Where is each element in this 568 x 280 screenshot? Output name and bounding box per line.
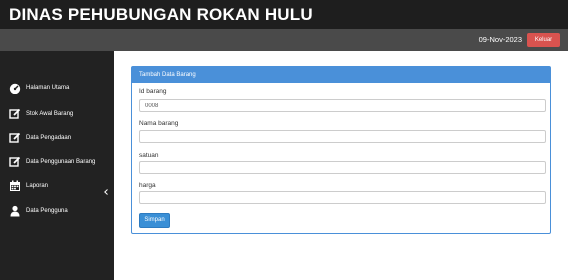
sidebar-item-data-penggunaan-barang[interactable]: Data Penggunaan Barang <box>0 149 114 175</box>
edit-icon <box>9 108 21 120</box>
top-navbar: 09-Nov-2023 Keluar <box>0 29 568 51</box>
current-date: 09-Nov-2023 <box>478 35 522 44</box>
edit-icon <box>9 156 21 168</box>
sidebar-item-stok-awal-barang[interactable]: Stok Awal Barang <box>0 101 114 127</box>
sidebar-item-label: Data Pengadaan <box>26 135 72 141</box>
harga-label: harga <box>139 182 156 189</box>
satuan-input[interactable] <box>139 161 546 174</box>
sidebar-item-laporan[interactable]: Laporan <box>0 173 114 199</box>
sidebar-item-data-pengguna[interactable]: Data Pengguna <box>0 198 114 224</box>
add-item-form-panel: Tambah Data Barang Id barang Nama barang… <box>131 66 551 234</box>
satuan-label: satuan <box>139 152 159 159</box>
sidebar: Halaman Utama Stok Awal Barang Data Peng… <box>0 51 114 280</box>
id-barang-label: Id barang <box>139 88 167 95</box>
nama-barang-label: Nama barang <box>139 120 179 127</box>
harga-input[interactable] <box>139 191 546 204</box>
sidebar-item-halaman-utama[interactable]: Halaman Utama <box>0 75 114 101</box>
edit-icon <box>9 132 21 144</box>
logout-button[interactable]: Keluar <box>527 33 560 47</box>
sidebar-item-label: Laporan <box>26 183 49 189</box>
dashboard-icon <box>9 82 21 94</box>
sidebar-item-data-pengadaan[interactable]: Data Pengadaan <box>0 125 114 151</box>
sidebar-item-label: Data Pengguna <box>26 208 68 214</box>
id-barang-input[interactable] <box>139 99 546 112</box>
panel-heading: Tambah Data Barang <box>132 67 550 83</box>
sidebar-item-label: Stok Awal Barang <box>26 111 74 117</box>
user-icon <box>9 205 21 217</box>
save-button[interactable]: Simpan <box>139 213 170 228</box>
calendar-icon <box>9 180 21 192</box>
nama-barang-input[interactable] <box>139 130 546 143</box>
sidebar-item-label: Data Penggunaan Barang <box>26 159 96 165</box>
title-bar: DINAS PEHUBUNGAN ROKAN HULU <box>0 0 568 29</box>
app-title: DINAS PEHUBUNGAN ROKAN HULU <box>9 5 313 24</box>
sidebar-item-label: Halaman Utama <box>26 85 70 91</box>
main-content: Tambah Data Barang Id barang Nama barang… <box>114 51 568 280</box>
